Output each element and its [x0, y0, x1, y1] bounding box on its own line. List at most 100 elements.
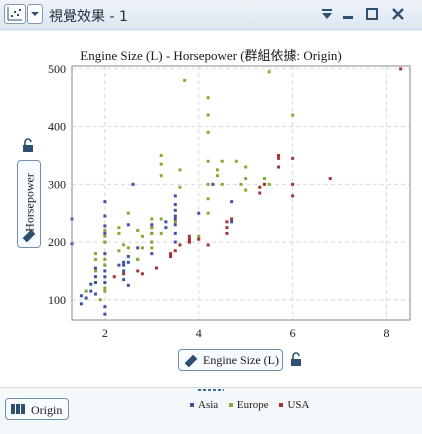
data-point-europe[interactable]: [206, 159, 210, 163]
data-point-asia[interactable]: [173, 214, 177, 218]
data-point-asia[interactable]: [103, 269, 107, 273]
data-point-europe[interactable]: [150, 231, 154, 235]
data-point-europe[interactable]: [93, 252, 97, 256]
data-point-europe[interactable]: [126, 211, 130, 215]
data-point-asia[interactable]: [103, 214, 107, 218]
data-point-usa[interactable]: [262, 182, 266, 186]
data-point-europe[interactable]: [239, 182, 243, 186]
data-point-usa[interactable]: [277, 153, 281, 157]
y-axis-role-button[interactable]: Horsepower: [17, 160, 41, 248]
data-point-europe[interactable]: [267, 182, 271, 186]
data-point-europe[interactable]: [159, 162, 163, 166]
data-point-asia[interactable]: [93, 292, 97, 296]
group-role-button[interactable]: Origin: [5, 398, 69, 420]
data-point-europe[interactable]: [178, 168, 182, 172]
data-point-europe[interactable]: [159, 153, 163, 157]
data-point-europe[interactable]: [84, 289, 88, 293]
data-point-asia[interactable]: [173, 217, 177, 221]
data-point-asia[interactable]: [173, 231, 177, 235]
data-point-europe[interactable]: [291, 113, 295, 117]
data-point-europe[interactable]: [216, 168, 220, 172]
data-point-asia[interactable]: [173, 240, 177, 244]
data-point-europe[interactable]: [103, 257, 107, 261]
data-point-usa[interactable]: [169, 252, 173, 256]
data-point-asia[interactable]: [79, 294, 83, 298]
data-point-usa[interactable]: [187, 237, 191, 241]
data-point-europe[interactable]: [216, 174, 220, 178]
data-point-asia[interactable]: [131, 182, 135, 186]
data-point-usa[interactable]: [277, 165, 281, 169]
data-point-usa[interactable]: [277, 156, 281, 160]
data-point-europe[interactable]: [262, 177, 266, 181]
data-point-europe[interactable]: [98, 298, 102, 302]
data-point-europe[interactable]: [220, 182, 224, 186]
data-point-asia[interactable]: [126, 283, 130, 287]
data-point-asia[interactable]: [122, 263, 126, 267]
data-point-asia[interactable]: [103, 200, 107, 204]
data-point-asia[interactable]: [197, 211, 201, 215]
data-point-asia[interactable]: [79, 302, 83, 306]
data-point-usa[interactable]: [122, 272, 126, 276]
data-point-asia[interactable]: [136, 246, 140, 250]
data-point-usa[interactable]: [328, 177, 332, 181]
data-point-usa[interactable]: [291, 182, 295, 186]
data-point-asia[interactable]: [122, 260, 126, 264]
data-point-usa[interactable]: [291, 156, 295, 160]
data-point-europe[interactable]: [140, 246, 144, 250]
data-point-asia[interactable]: [126, 255, 130, 258]
data-point-europe[interactable]: [183, 78, 187, 82]
data-point-asia[interactable]: [173, 208, 177, 212]
data-point-asia[interactable]: [164, 226, 168, 230]
data-point-asia[interactable]: [84, 296, 88, 300]
data-point-asia[interactable]: [173, 194, 177, 198]
data-point-europe[interactable]: [244, 188, 248, 192]
data-point-europe[interactable]: [136, 229, 140, 233]
data-point-usa[interactable]: [258, 185, 262, 189]
data-point-europe[interactable]: [150, 240, 154, 244]
data-point-usa[interactable]: [225, 220, 229, 224]
data-point-europe[interactable]: [140, 234, 144, 238]
data-point-europe[interactable]: [159, 174, 163, 178]
data-point-asia[interactable]: [150, 223, 154, 227]
data-point-europe[interactable]: [234, 159, 238, 163]
data-point-asia[interactable]: [93, 275, 97, 279]
data-point-usa[interactable]: [155, 266, 158, 270]
data-point-usa[interactable]: [258, 191, 262, 195]
data-point-usa[interactable]: [291, 194, 295, 198]
data-point-asia[interactable]: [89, 282, 93, 286]
data-point-europe[interactable]: [150, 217, 154, 221]
data-point-europe[interactable]: [103, 234, 107, 238]
legend-drag-handle[interactable]: [198, 388, 224, 392]
data-point-europe[interactable]: [93, 269, 97, 273]
data-point-europe[interactable]: [117, 249, 121, 253]
data-point-usa[interactable]: [187, 234, 191, 238]
data-point-usa[interactable]: [399, 67, 403, 71]
data-point-europe[interactable]: [103, 240, 107, 244]
data-point-europe[interactable]: [159, 217, 163, 221]
x-axis-role-button[interactable]: Engine Size (L): [178, 349, 283, 371]
data-point-asia[interactable]: [103, 252, 107, 256]
data-point-europe[interactable]: [93, 257, 97, 261]
data-point-europe[interactable]: [206, 130, 210, 134]
data-point-europe[interactable]: [267, 70, 271, 74]
data-point-europe[interactable]: [178, 185, 182, 189]
data-point-usa[interactable]: [187, 240, 191, 244]
data-point-europe[interactable]: [173, 220, 177, 224]
data-point-europe[interactable]: [122, 243, 126, 247]
data-point-europe[interactable]: [206, 211, 210, 215]
data-point-asia[interactable]: [150, 252, 154, 256]
data-point-asia[interactable]: [122, 278, 126, 282]
data-point-europe[interactable]: [206, 113, 210, 117]
data-point-asia[interactable]: [122, 269, 126, 273]
data-point-asia[interactable]: [211, 182, 215, 186]
data-point-asia[interactable]: [103, 224, 107, 228]
data-point-usa[interactable]: [197, 237, 201, 241]
data-point-asia[interactable]: [164, 220, 168, 224]
data-point-asia[interactable]: [230, 220, 234, 224]
data-point-europe[interactable]: [126, 246, 130, 250]
data-point-asia[interactable]: [93, 280, 97, 284]
data-point-usa[interactable]: [178, 243, 182, 247]
data-point-usa[interactable]: [206, 243, 210, 247]
data-point-europe[interactable]: [159, 231, 163, 235]
data-point-europe[interactable]: [103, 263, 107, 267]
